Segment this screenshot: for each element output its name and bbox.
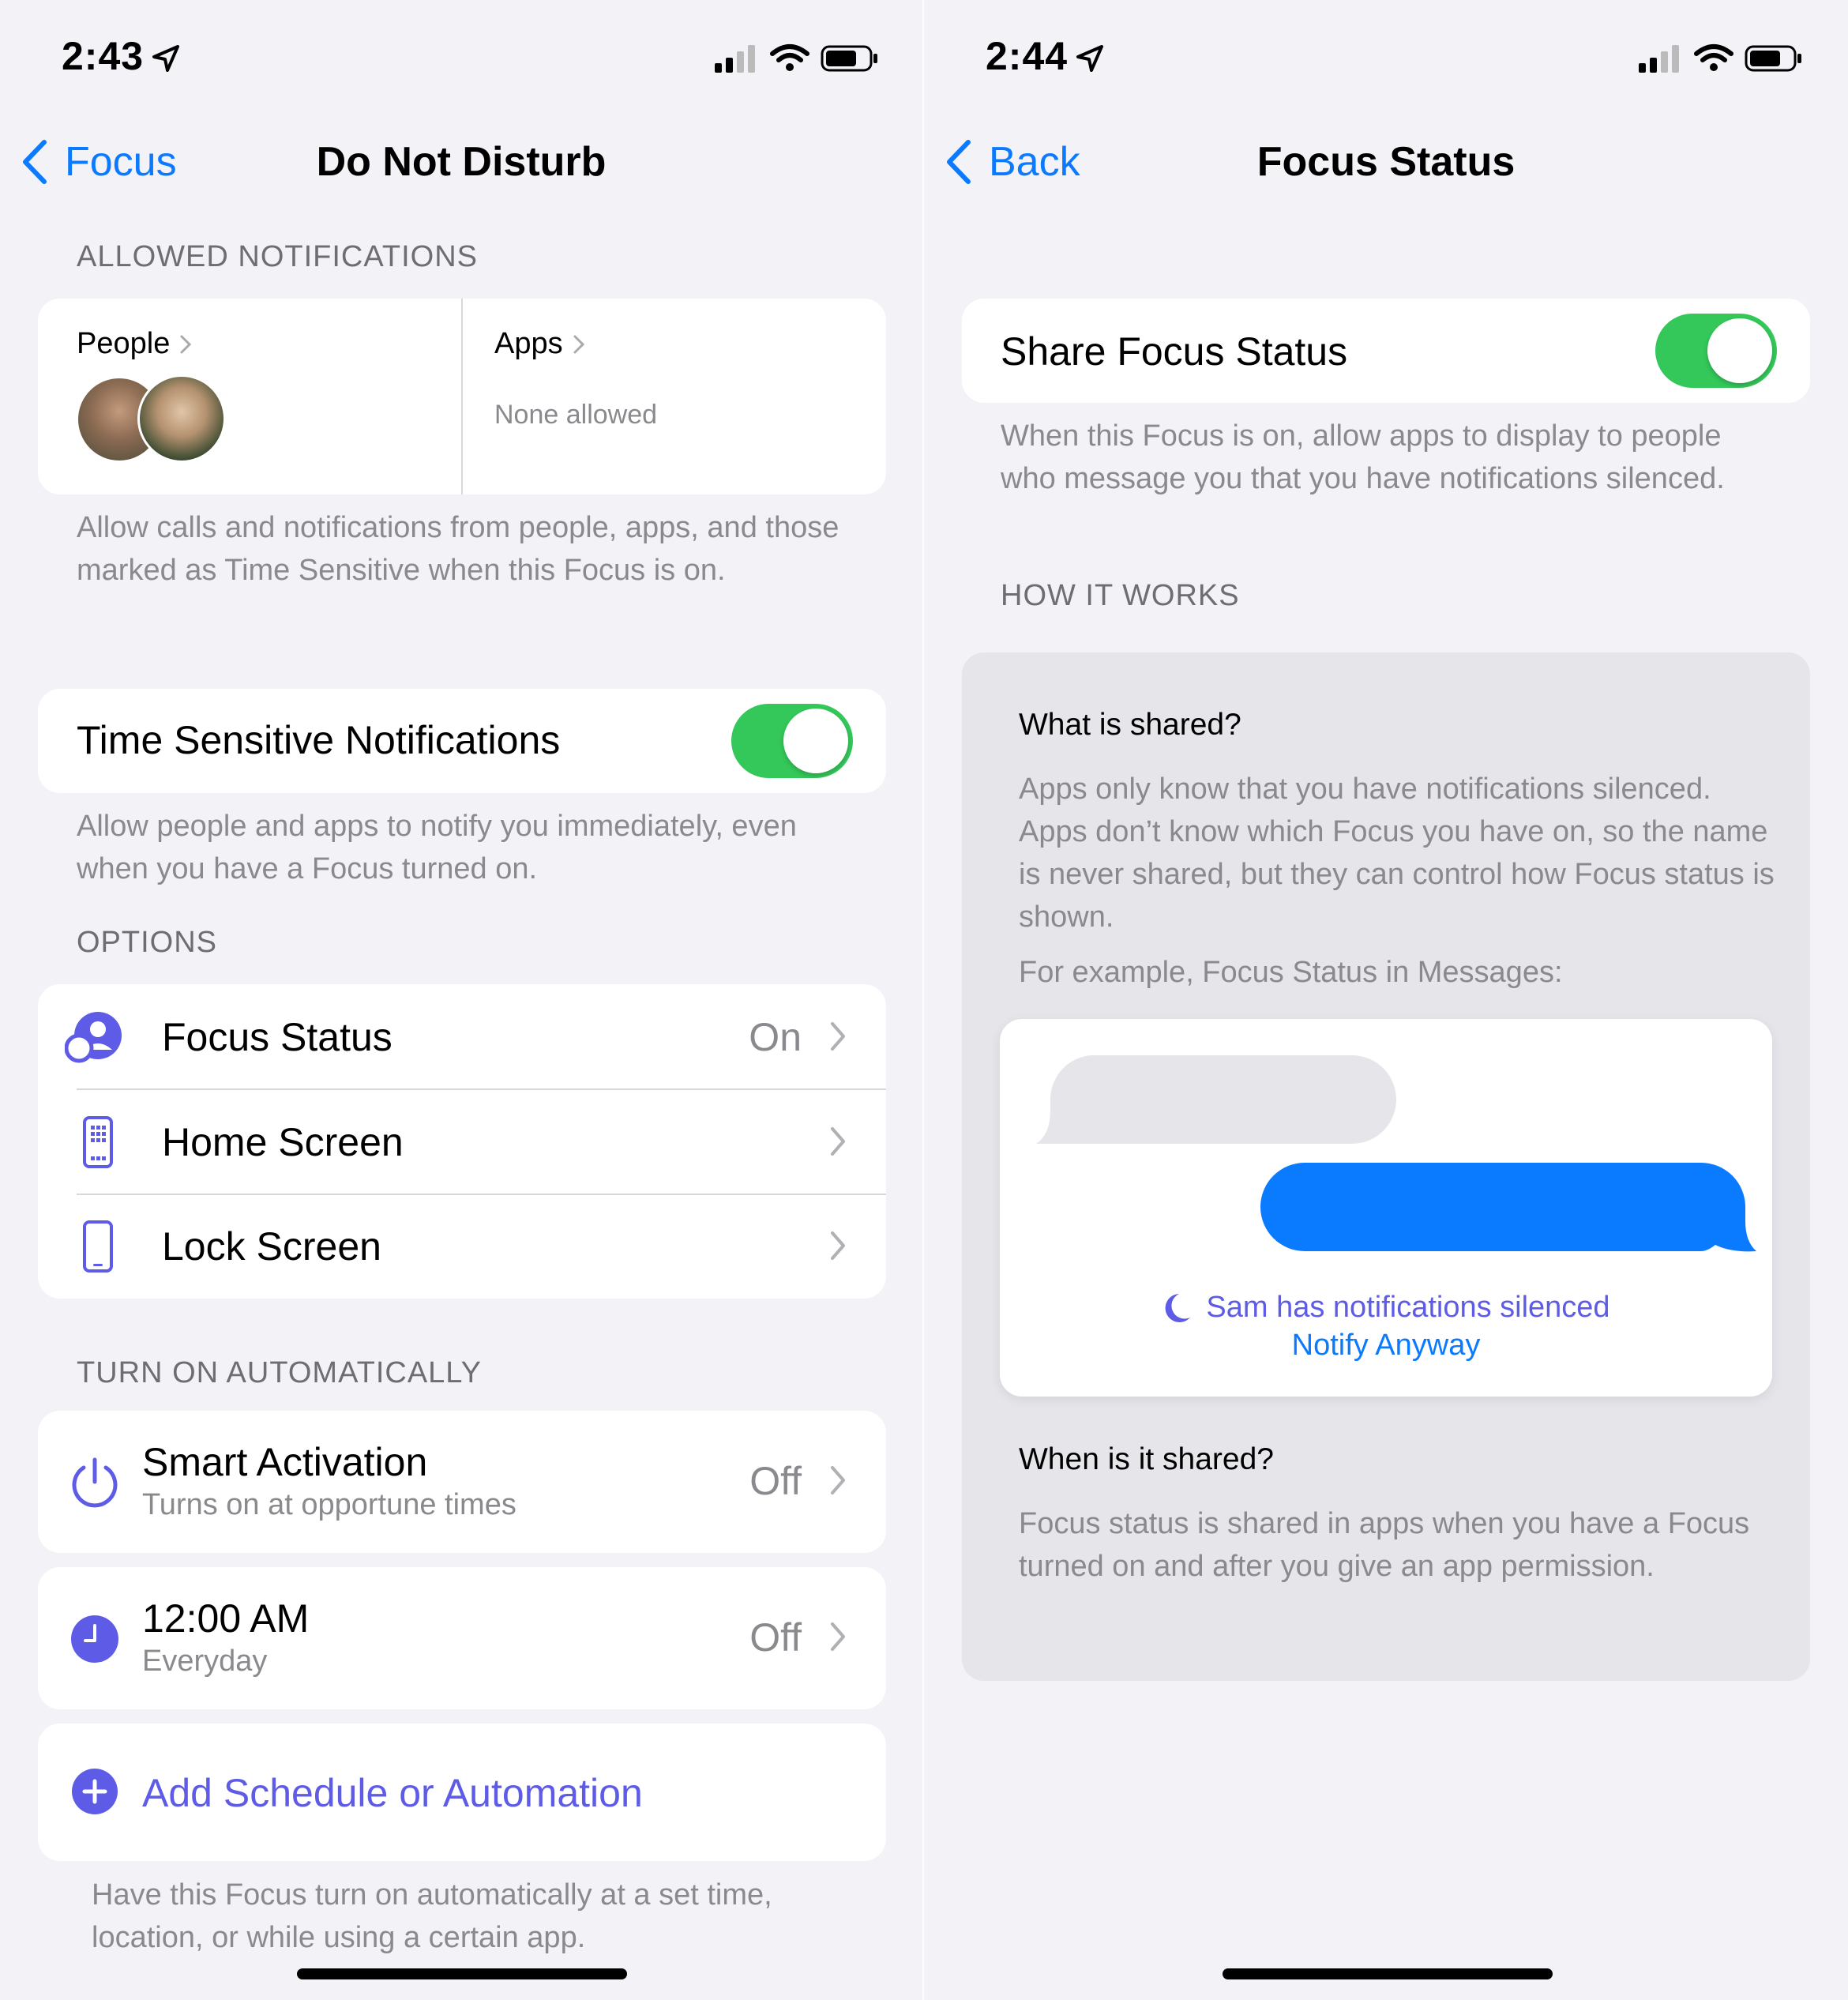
clock-icon [71,1615,118,1663]
option-value: On [749,1015,802,1059]
chevron-right-icon [831,1022,845,1051]
chevron-right-icon [831,1622,845,1651]
allowed-footer: Allow calls and notifications from peopl… [77,511,839,587]
messages-preview: Sam has notifications silenced Notify An… [1000,1019,1772,1397]
home-indicator [297,1968,627,1979]
chevron-right-icon [831,1466,845,1494]
silenced-notice: Sam has notifications silenced [1000,1291,1772,1328]
location-arrow-icon [1076,45,1103,72]
turn-on-automatically-header: TURN ON AUTOMATICALLY [77,1356,482,1389]
when-is-shared-body: Focus status is shared in apps when you … [1019,1507,1750,1583]
example-label: For example, Focus Status in Messages: [1019,956,1563,989]
share-focus-status-card: Share Focus Status [962,299,1810,403]
avatar [137,374,226,463]
allowed-card: People Apps None allowed [38,299,886,494]
what-is-shared-body: Apps only know that you have notificatio… [1019,773,1775,934]
moon-icon [1165,1293,1191,1322]
signal-wifi-battery-icon [715,44,877,73]
lock-screen-icon [83,1220,113,1273]
allowed-notifications-header: ALLOWED NOTIFICATIONS [77,240,479,273]
smart-activation-row[interactable]: Smart Activation Turns on at opportune t… [38,1411,886,1553]
toggle-knob [783,709,848,773]
chevron-right-icon [831,1231,845,1260]
share-focus-status-toggle[interactable] [1655,314,1777,388]
schedule-days: Everyday [142,1645,268,1678]
time-sensitive-footer: Allow people and apps to notify you imme… [77,810,797,885]
smart-activation-title: Smart Activation [142,1440,428,1484]
options-header: OPTIONS [77,926,218,959]
options-card: Focus Status On Home Screen Lock Screen [38,984,886,1299]
page-title: Focus Status [1256,139,1516,185]
schedule-time: 12:00 AM [142,1596,310,1641]
apps-cell[interactable]: Apps None allowed [463,299,886,494]
message-bubbles-illustration [1036,1055,1756,1252]
status-icons [1639,41,1805,80]
what-is-shared-title: What is shared? [1019,708,1241,742]
option-row-home-screen[interactable]: Home Screen [38,1090,886,1194]
people-link[interactable]: People [77,327,192,361]
add-schedule-button[interactable]: Add Schedule or Automation [38,1724,886,1861]
silenced-text: Sam has notifications silenced [1206,1291,1610,1324]
focus-status-icon [65,1012,122,1063]
smart-activation-subtitle: Turns on at opportune times [142,1488,516,1521]
time-sensitive-toggle[interactable] [731,704,853,778]
option-label: Home Screen [162,1120,404,1164]
auto-footer: Have this Focus turn on automatically at… [92,1878,772,1954]
share-footer: When this Focus is on, allow apps to dis… [1001,419,1725,495]
how-it-works-header: HOW IT WORKS [1001,579,1240,612]
apps-link[interactable]: Apps [494,327,585,361]
toggle-knob [1707,318,1772,383]
chevron-right-icon [573,335,584,353]
dnd-screen: 2:43 Focus Do Not Disturb ALLOWED NOTIFI… [0,0,922,2000]
apps-value: None allowed [494,400,658,430]
schedule-value: Off [749,1615,802,1660]
chevron-right-icon [180,335,192,353]
focus-status-screen: 2:44 Back Focus Status Share Focus Statu… [924,0,1848,2000]
signal-wifi-battery-icon [1639,44,1801,73]
status-icons [715,41,881,80]
share-focus-status-label: Share Focus Status [1001,329,1348,374]
apps-label: Apps [494,327,563,360]
plus-circle-icon [72,1769,118,1814]
time-sensitive-card: Time Sensitive Notifications [38,689,886,793]
when-is-shared-title: When is it shared? [1019,1442,1274,1476]
location-arrow-icon [152,45,179,72]
chevron-right-icon [831,1127,845,1156]
option-row-focus-status[interactable]: Focus Status On [38,984,886,1089]
notify-anyway-link[interactable]: Notify Anyway [1000,1329,1772,1363]
how-it-works-panel: What is shared? Apps only know that you … [962,652,1810,1681]
option-label: Focus Status [162,1015,393,1059]
option-row-lock-screen[interactable]: Lock Screen [38,1195,886,1299]
silenced-line: Sam has notifications silenced [1162,1291,1610,1325]
option-label: Lock Screen [162,1224,381,1269]
people-cell[interactable]: People [38,299,461,494]
time-sensitive-label: Time Sensitive Notifications [77,718,561,762]
add-schedule-label: Add Schedule or Automation [142,1771,643,1815]
power-icon [72,1457,118,1508]
smart-activation-value: Off [749,1459,802,1503]
home-indicator [1223,1968,1553,1979]
status-time: 2:43 [62,34,145,78]
home-screen-icon [83,1116,113,1168]
people-label: People [77,327,171,360]
status-time: 2:44 [986,34,1069,78]
page-title: Do Not Disturb [316,139,607,185]
schedule-row[interactable]: 12:00 AM Everyday Off [38,1567,886,1709]
